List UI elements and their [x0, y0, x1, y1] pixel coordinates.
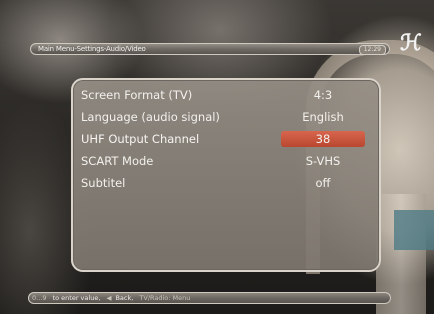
settings-menu-panel: Screen Format (TV) 4:3 Language (audio s… [71, 78, 381, 272]
hint-back: Back, [115, 294, 134, 302]
menu-row-value[interactable]: S-VHS [281, 152, 365, 170]
hint-enter: to enter value, [52, 294, 101, 302]
menu-row-label: Subtitel [81, 176, 126, 190]
menu-row-value-selected[interactable]: 38 [281, 131, 365, 147]
menu-row-label: Screen Format (TV) [81, 88, 193, 102]
menu-row-scart-mode[interactable]: SCART Mode S-VHS [81, 152, 371, 170]
menu-row-label: UHF Output Channel [81, 132, 200, 146]
menu-row-audio-language[interactable]: Language (audio signal) English [81, 108, 371, 126]
menu-row-value[interactable]: off [281, 174, 365, 192]
brand-logo-icon: ℋ [400, 30, 422, 56]
breadcrumb-bar: Main Menu-Settings-Audio/Video 12:29 [30, 43, 390, 55]
menu-row-screen-format[interactable]: Screen Format (TV) 4:3 [81, 86, 371, 104]
menu-row-value[interactable]: 4:3 [281, 86, 365, 104]
hint-keys: 0...9 [32, 294, 47, 302]
background-sign [394, 210, 434, 250]
breadcrumb: Main Menu-Settings-Audio/Video [38, 45, 146, 53]
clock: 12:29 [358, 45, 386, 55]
menu-row-label: SCART Mode [81, 154, 154, 168]
menu-row-value[interactable]: English [281, 108, 365, 126]
help-hint-bar: 0...9 to enter value, ◀ Back, TV/Radio: M… [28, 292, 391, 304]
menu-row-label: Language (audio signal) [81, 110, 220, 124]
menu-row-uhf-output-channel[interactable]: UHF Output Channel 38 [81, 130, 371, 148]
menu-row-subtitle[interactable]: Subtitel off [81, 174, 371, 192]
hint-tvradio: TV/Radio: Menu [139, 294, 191, 302]
